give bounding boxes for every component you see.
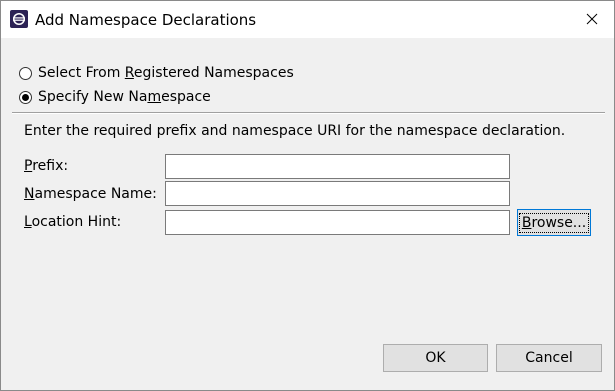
location-hint-input[interactable] bbox=[165, 210, 510, 235]
add-namespace-dialog: Add Namespace Declarations Select From R… bbox=[0, 0, 615, 391]
title-bar: Add Namespace Declarations bbox=[1, 1, 614, 38]
location-hint-label: Location Hint: bbox=[24, 214, 122, 230]
browse-button[interactable]: Browse... bbox=[517, 209, 591, 236]
eclipse-icon bbox=[10, 10, 28, 28]
window-title: Add Namespace Declarations bbox=[35, 11, 257, 29]
radio-label: Specify New Namespace bbox=[38, 89, 211, 105]
radio-select-registered[interactable]: Select From Registered Namespaces bbox=[19, 63, 294, 83]
close-button[interactable] bbox=[569, 1, 614, 38]
radio-button[interactable] bbox=[19, 66, 32, 80]
namespace-name-input[interactable] bbox=[165, 181, 510, 206]
namespace-name-label: Namespace Name: bbox=[24, 186, 157, 202]
close-icon bbox=[586, 10, 598, 29]
radio-label: Select From Registered Namespaces bbox=[38, 65, 294, 81]
separator bbox=[12, 112, 605, 114]
dialog-content: Select From Registered Namespaces Specif… bbox=[1, 38, 614, 390]
radio-button-checked[interactable] bbox=[19, 90, 32, 104]
ok-button[interactable]: OK bbox=[383, 344, 488, 372]
prefix-input[interactable] bbox=[165, 154, 510, 179]
prefix-label: Prefix: bbox=[24, 158, 69, 174]
cancel-button[interactable]: Cancel bbox=[496, 344, 602, 372]
radio-specify-new[interactable]: Specify New Namespace bbox=[19, 87, 211, 107]
instruction-text: Enter the required prefix and namespace … bbox=[24, 123, 566, 139]
